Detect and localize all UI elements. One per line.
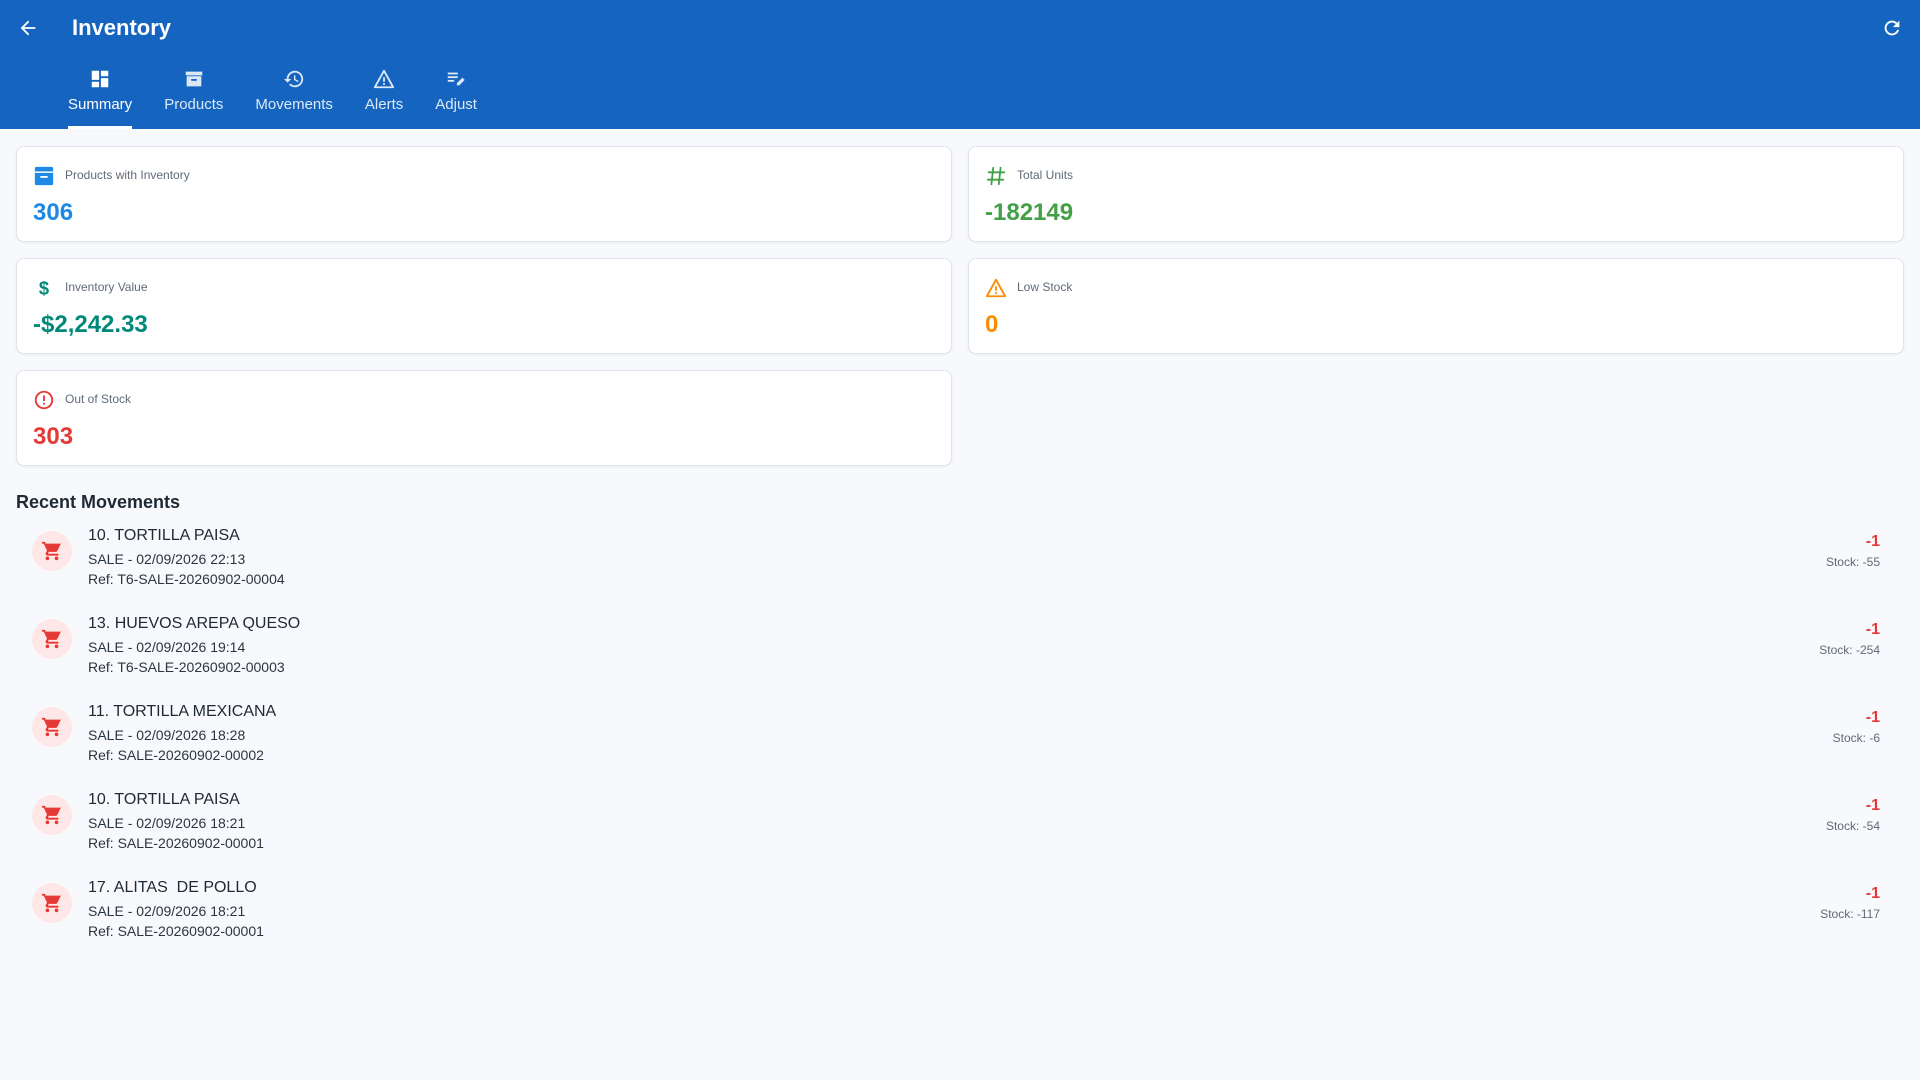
card-label: Low Stock (1017, 280, 1073, 294)
warning-icon (374, 69, 395, 89)
svg-text:$: $ (39, 277, 49, 298)
card-value: -182149 (985, 199, 1074, 226)
list-item[interactable]: 10. TORTILLA PAISA SALE - 02/09/2026 22:… (16, 523, 1904, 611)
movement-ref: Ref: SALE-20260902-00002 (88, 747, 264, 763)
movement-type-date: SALE - 02/09/2026 18:21 (88, 903, 246, 919)
refresh-icon (1884, 20, 1900, 36)
avatar (32, 795, 72, 835)
history-icon (284, 70, 304, 88)
movement-stock: Stock: -254 (1819, 643, 1880, 657)
warning-icon (985, 278, 1007, 298)
tab-adjust[interactable]: Adjust (423, 68, 489, 129)
card-value: 0 (985, 311, 999, 338)
movement-type-date: SALE - 02/09/2026 18:28 (88, 727, 246, 743)
list-item[interactable]: 11. TORTILLA MEXICANA SALE - 02/09/2026 … (16, 699, 1904, 787)
movement-product: 10. TORTILLA PAISA (88, 791, 240, 808)
tab-bar: Summary Products Movements Alerts Adjust (56, 68, 497, 129)
list-item[interactable]: 13. HUEVOS AREPA QUESO SALE - 02/09/2026… (16, 611, 1904, 699)
movement-quantity: -1 (1865, 797, 1880, 814)
cart-icon (41, 541, 61, 561)
movement-stock: Stock: -55 (1825, 555, 1880, 569)
card-value: 303 (33, 423, 74, 450)
card-label: Inventory Value (65, 280, 148, 294)
tab-label: Summary (68, 96, 133, 113)
hash-icon (986, 166, 1006, 186)
dashboard-icon (91, 70, 109, 88)
movement-ref: Ref: T6-SALE-20260902-00004 (88, 571, 285, 587)
tab-label: Alerts (364, 96, 404, 113)
tab-products[interactable]: Products (152, 68, 235, 129)
avatar (32, 531, 72, 571)
movement-type-date: SALE - 02/09/2026 19:14 (88, 639, 246, 655)
list-item[interactable]: 17. ALITAS DE POLLO SALE - 02/09/2026 18… (16, 875, 1904, 963)
back-button[interactable] (14, 14, 42, 42)
card-label: Products with Inventory (65, 168, 190, 182)
avatar (32, 883, 72, 923)
movement-stock: Stock: -117 (1820, 907, 1880, 921)
avatar (32, 707, 72, 747)
error-icon (34, 390, 54, 410)
movement-ref: Ref: SALE-20260902-00001 (88, 835, 264, 851)
card-out-of-stock[interactable]: Out of Stock 303 (16, 370, 952, 466)
arrow-left-icon (20, 20, 36, 36)
recent-movements-list: 10. TORTILLA PAISA SALE - 02/09/2026 22:… (16, 523, 1904, 963)
dollar-icon: $ (39, 277, 49, 298)
card-low-stock[interactable]: Low Stock 0 (968, 258, 1904, 354)
card-value: 306 (33, 199, 74, 226)
movement-type-date: SALE - 02/09/2026 22:13 (88, 551, 246, 567)
card-value: -$2,242.33 (33, 311, 148, 338)
page-title: Inventory (72, 15, 172, 40)
cart-icon (41, 893, 61, 913)
cart-icon (41, 629, 61, 649)
summary-cards: Products with Inventory 306 Total Units … (16, 146, 1904, 466)
archive-icon (34, 166, 54, 186)
movement-quantity: -1 (1865, 621, 1880, 638)
movement-quantity: -1 (1865, 709, 1880, 726)
movement-product: 17. ALITAS DE POLLO (88, 879, 257, 896)
movement-product: 13. HUEVOS AREPA QUESO (88, 615, 301, 632)
movement-product: 10. TORTILLA PAISA (88, 527, 240, 544)
card-label: Out of Stock (65, 392, 132, 406)
list-item[interactable]: 10. TORTILLA PAISA SALE - 02/09/2026 18:… (16, 787, 1904, 875)
card-products-with-inventory[interactable]: Products with Inventory 306 (16, 146, 952, 242)
movement-product: 11. TORTILLA MEXICANA (88, 703, 277, 720)
cart-icon (41, 805, 61, 825)
card-label: Total Units (1017, 168, 1074, 182)
tab-label: Movements (255, 96, 333, 113)
cart-icon (41, 717, 61, 737)
movement-ref: Ref: T6-SALE-20260902-00003 (88, 659, 285, 675)
tab-label: Adjust (435, 96, 477, 113)
edit-list-icon (447, 72, 465, 86)
recent-movements-title: Recent Movements (16, 492, 181, 512)
movement-stock: Stock: -54 (1825, 819, 1880, 833)
movement-stock: Stock: -6 (1832, 731, 1880, 745)
avatar (32, 619, 72, 659)
tab-movements[interactable]: Movements (243, 68, 345, 129)
movement-ref: Ref: SALE-20260902-00001 (88, 923, 264, 939)
tab-label: Products (164, 96, 224, 113)
movement-quantity: -1 (1865, 533, 1880, 550)
movement-quantity: -1 (1865, 885, 1880, 902)
movement-type-date: SALE - 02/09/2026 18:21 (88, 815, 246, 831)
card-inventory-value[interactable]: $ Inventory Value -$2,242.33 (16, 258, 952, 354)
summary-content: Products with Inventory 306 Total Units … (16, 146, 1904, 963)
refresh-button[interactable] (1878, 14, 1906, 42)
archive-icon (185, 71, 203, 87)
tab-summary[interactable]: Summary (56, 68, 144, 129)
tab-alerts[interactable]: Alerts (353, 68, 415, 129)
card-total-units[interactable]: Total Units -182149 (968, 146, 1904, 242)
app-bar: Inventory Summary Products Movements Ale… (0, 0, 1920, 129)
